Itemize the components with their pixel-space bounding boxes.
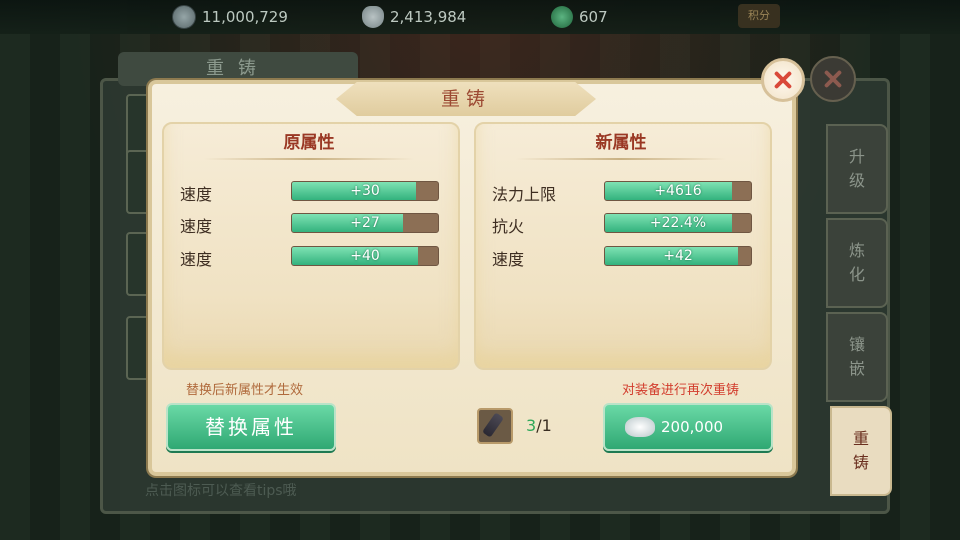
attribute-name: 抗火 bbox=[492, 217, 525, 236]
currency-silver-ingots: 2,413,984 bbox=[362, 6, 466, 28]
tab-label: 重铸 bbox=[852, 429, 869, 472]
currency-value: 11,000,729 bbox=[202, 8, 288, 26]
background-close-icon bbox=[810, 56, 856, 102]
new-attributes-title: 新属性 bbox=[595, 133, 647, 153]
attribute-bar: +22.4% bbox=[604, 213, 752, 233]
attribute-name: 速度 bbox=[180, 217, 213, 236]
recast-note: 对装备进行再次重铸 bbox=[622, 383, 740, 398]
recast-material-icon[interactable] bbox=[477, 408, 513, 444]
material-count: 3/1 bbox=[526, 416, 552, 435]
attribute-name: 速度 bbox=[180, 185, 213, 204]
replace-note: 替换后新属性才生效 bbox=[186, 383, 304, 398]
points-button[interactable]: 积分 bbox=[738, 4, 780, 28]
recast-button[interactable]: 200,000 bbox=[603, 403, 773, 451]
material-have: 3 bbox=[526, 416, 537, 435]
tab-label: 镶嵌 bbox=[848, 335, 865, 378]
silver-ingot-icon bbox=[625, 417, 655, 437]
attribute-bar: +40 bbox=[291, 246, 439, 266]
currency-silver-coins: 11,000,729 bbox=[172, 5, 288, 29]
attribute-value: +30 bbox=[350, 183, 380, 199]
tab-refine[interactable]: 炼化 bbox=[826, 218, 888, 308]
tab-label: 炼化 bbox=[848, 241, 865, 284]
tips-hint: 点击图标可以查看tips哦 bbox=[145, 483, 297, 499]
attribute-name: 法力上限 bbox=[492, 185, 557, 204]
jade-icon bbox=[551, 6, 573, 28]
attribute-bar: +4616 bbox=[604, 181, 752, 201]
resource-bar: 11,000,729 2,413,984 607 积分 bbox=[0, 0, 960, 34]
dialog-title: 重铸 bbox=[336, 82, 596, 116]
replace-attributes-button[interactable]: 替换属性 bbox=[166, 403, 336, 451]
old-attributes-title: 原属性 bbox=[283, 133, 335, 153]
tab-label: 升级 bbox=[848, 147, 865, 190]
attribute-value: +27 bbox=[350, 215, 380, 231]
attribute-value: +22.4% bbox=[649, 215, 707, 231]
attribute-bar: +42 bbox=[604, 246, 752, 266]
attribute-value: +4616 bbox=[654, 183, 702, 199]
currency-value: 2,413,984 bbox=[390, 8, 467, 26]
tab-inlay[interactable]: 镶嵌 bbox=[826, 312, 888, 402]
divider bbox=[204, 158, 414, 160]
attribute-value: +42 bbox=[663, 248, 693, 264]
recast-price: 200,000 bbox=[661, 418, 724, 436]
silver-ingot-icon bbox=[362, 6, 384, 28]
tab-recast[interactable]: 重铸 bbox=[830, 406, 892, 496]
attribute-name: 速度 bbox=[492, 250, 525, 269]
divider bbox=[516, 158, 726, 160]
tab-upgrade[interactable]: 升级 bbox=[826, 124, 888, 214]
close-icon[interactable] bbox=[761, 58, 805, 102]
attribute-bar: +30 bbox=[291, 181, 439, 201]
currency-jade: 607 bbox=[551, 6, 608, 28]
currency-value: 607 bbox=[579, 8, 608, 26]
attribute-bar: +27 bbox=[291, 213, 439, 233]
silver-coin-icon bbox=[172, 5, 196, 29]
attribute-name: 速度 bbox=[180, 250, 213, 269]
attribute-value: +40 bbox=[350, 248, 380, 264]
material-need: 1 bbox=[541, 416, 552, 435]
